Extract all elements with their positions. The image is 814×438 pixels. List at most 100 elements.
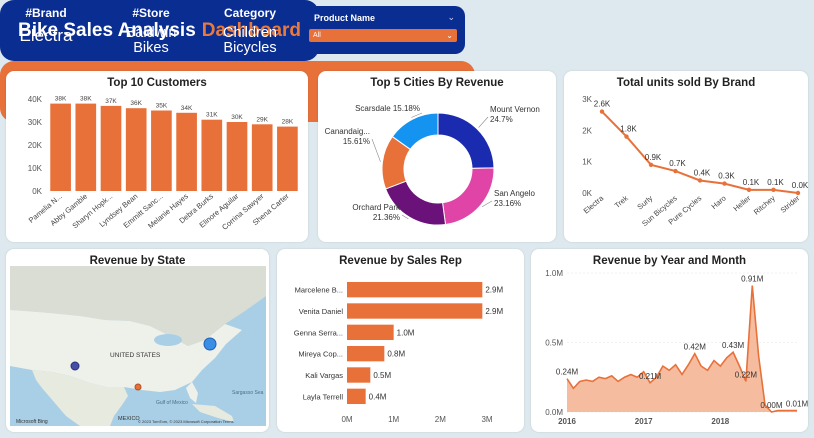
pie-slice[interactable] [442, 167, 495, 226]
x-tick-label: Haro [710, 194, 728, 211]
revenue-area [567, 285, 797, 412]
data-label: 30K [231, 114, 243, 121]
line-point[interactable] [648, 162, 654, 167]
map-label-gulf: Gulf of Mexico [156, 400, 188, 406]
x-tick-label: Surly [635, 193, 654, 211]
bar[interactable] [151, 110, 172, 192]
data-label: 0.91M [741, 275, 764, 284]
data-label: 0.7K [669, 159, 686, 168]
top-customers-card: Top 10 Customers 0K 10K 20K 30K 40K 38K Pameli… [6, 71, 308, 242]
slice-label: Mount Vernon [490, 105, 540, 114]
data-label: 2.9M [485, 286, 503, 295]
bar[interactable] [347, 367, 371, 383]
data-label: 0.22M [735, 370, 758, 379]
y-tick-label: Genna Serra... [294, 328, 343, 337]
y-tick-label: Kali Vargas [305, 371, 343, 380]
x-tick-label: Strider [779, 193, 802, 214]
map-label-sargasso: Sargasso Sea [232, 390, 264, 396]
bar[interactable] [50, 103, 71, 191]
data-label: 38K [80, 96, 92, 103]
line-point[interactable] [771, 187, 776, 193]
bar[interactable] [75, 103, 97, 191]
data-label: 34K [181, 105, 193, 112]
kpi-store-value: Baldwin Bikes [125, 25, 177, 56]
line-point[interactable] [722, 181, 727, 186]
line-point[interactable] [673, 168, 678, 174]
bar[interactable] [125, 108, 147, 191]
bar[interactable] [226, 122, 248, 191]
y-tick-label: 30K [28, 118, 43, 127]
data-label: 29K [256, 116, 268, 123]
data-label: 35K [156, 103, 168, 110]
kpi-category-value: Children Bicycles [223, 25, 277, 56]
map-label-united-states: UNITED STATES [110, 352, 161, 359]
bubble-new-york[interactable] [203, 337, 217, 351]
bar[interactable] [201, 119, 223, 191]
data-label: 0.21M [639, 372, 662, 381]
x-tick-label: 0M [341, 415, 352, 424]
data-label: 31K [206, 112, 218, 119]
y-tick-label: Venita Daniel [299, 307, 344, 316]
x-tick-label: 2017 [635, 417, 653, 426]
data-label: 0.9K [645, 153, 662, 162]
data-label: 0.42M [684, 343, 707, 352]
bubble-california[interactable] [70, 361, 80, 371]
bar[interactable] [347, 345, 385, 362]
top-cities-card: Top 5 Cities By Revenue Mount Vernon 24.7… [318, 71, 556, 242]
product-name-slicer[interactable]: Product Name ⌄ All ⌄ [301, 6, 465, 54]
map-brand: Microsoft Bing [16, 419, 48, 425]
data-label: 0.24M [556, 368, 579, 377]
kpi-store: #Store Baldwin Bikes [116, 6, 186, 56]
great-lakes [154, 334, 182, 346]
revenue-map[interactable]: UNITED STATES MEXICO Gulf of Mexico Sarg… [10, 266, 266, 426]
revenue-by-state-card: Revenue by State UNITED STATES MEXICO Gu… [6, 249, 269, 432]
product-name-dropdown[interactable]: All ⌄ [309, 29, 457, 42]
kpi-store-label: #Store [132, 6, 170, 20]
bar[interactable] [347, 388, 366, 405]
bar[interactable] [347, 324, 394, 341]
line-point[interactable] [697, 178, 703, 183]
y-tick-label: 2K [582, 126, 592, 135]
line-point[interactable] [599, 109, 605, 114]
slice-value: 23.16% [494, 199, 521, 208]
chevron-down-icon[interactable]: ⌄ [447, 12, 455, 23]
bar[interactable] [251, 124, 273, 191]
data-label: 0.43M [722, 341, 745, 350]
y-tick-label: Mireya Cop... [298, 350, 343, 359]
x-tick-label: Heller [731, 193, 752, 213]
top-customers-chart: 0K10K20K30K40K 38KPamelia N...38KAbby Gam… [27, 95, 298, 232]
bar[interactable] [277, 126, 298, 191]
slice-label: Canandaig... [325, 127, 370, 136]
bar[interactable] [176, 112, 197, 191]
bar[interactable] [347, 303, 483, 319]
pie-slice[interactable] [437, 112, 495, 169]
line-point[interactable] [795, 190, 801, 196]
dropdown-value: All [313, 32, 321, 39]
x-tick-label: 2M [435, 415, 446, 424]
bar[interactable] [100, 105, 122, 191]
dropdown-chevron-icon[interactable]: ⌄ [446, 29, 453, 42]
y-tick-label: 3K [582, 95, 592, 104]
data-label: 0.01M [786, 400, 808, 409]
bar[interactable] [347, 281, 483, 298]
units-by-brand-chart: 0K1K2K3K2.6KElectra1.8KTrek0.9KSurly0.7K… [582, 95, 808, 228]
data-label: 0.3K [718, 172, 735, 181]
slice-label: Orchard Park [352, 203, 401, 212]
data-label: 0.8M [387, 350, 405, 359]
leader-line [371, 138, 381, 162]
bubble-texas[interactable] [134, 383, 142, 391]
kpi-brand: #Brand Electra [12, 6, 80, 44]
units-by-brand-card: Total units sold By Brand 0K 1K 2K 3K 2.6K El… [564, 71, 808, 242]
x-tick-label: Ritchey [752, 193, 777, 216]
line-point[interactable] [746, 187, 752, 193]
y-tick-label: 0K [32, 187, 42, 196]
line-point[interactable] [624, 134, 629, 139]
y-tick-label: Layla Terrell [303, 392, 344, 401]
kpi-brand-label: #Brand [25, 6, 67, 20]
data-label: 36K [130, 100, 142, 107]
top-cities-chart: Mount Vernon24.7% San Angelo23.16% Orchard… [325, 104, 540, 226]
slicer-label: Product Name [314, 13, 376, 23]
slice-value: 15.61% [343, 137, 370, 146]
slice-label: Scarsdale 15.18% [355, 104, 420, 113]
data-label: 0.0K [792, 181, 808, 190]
